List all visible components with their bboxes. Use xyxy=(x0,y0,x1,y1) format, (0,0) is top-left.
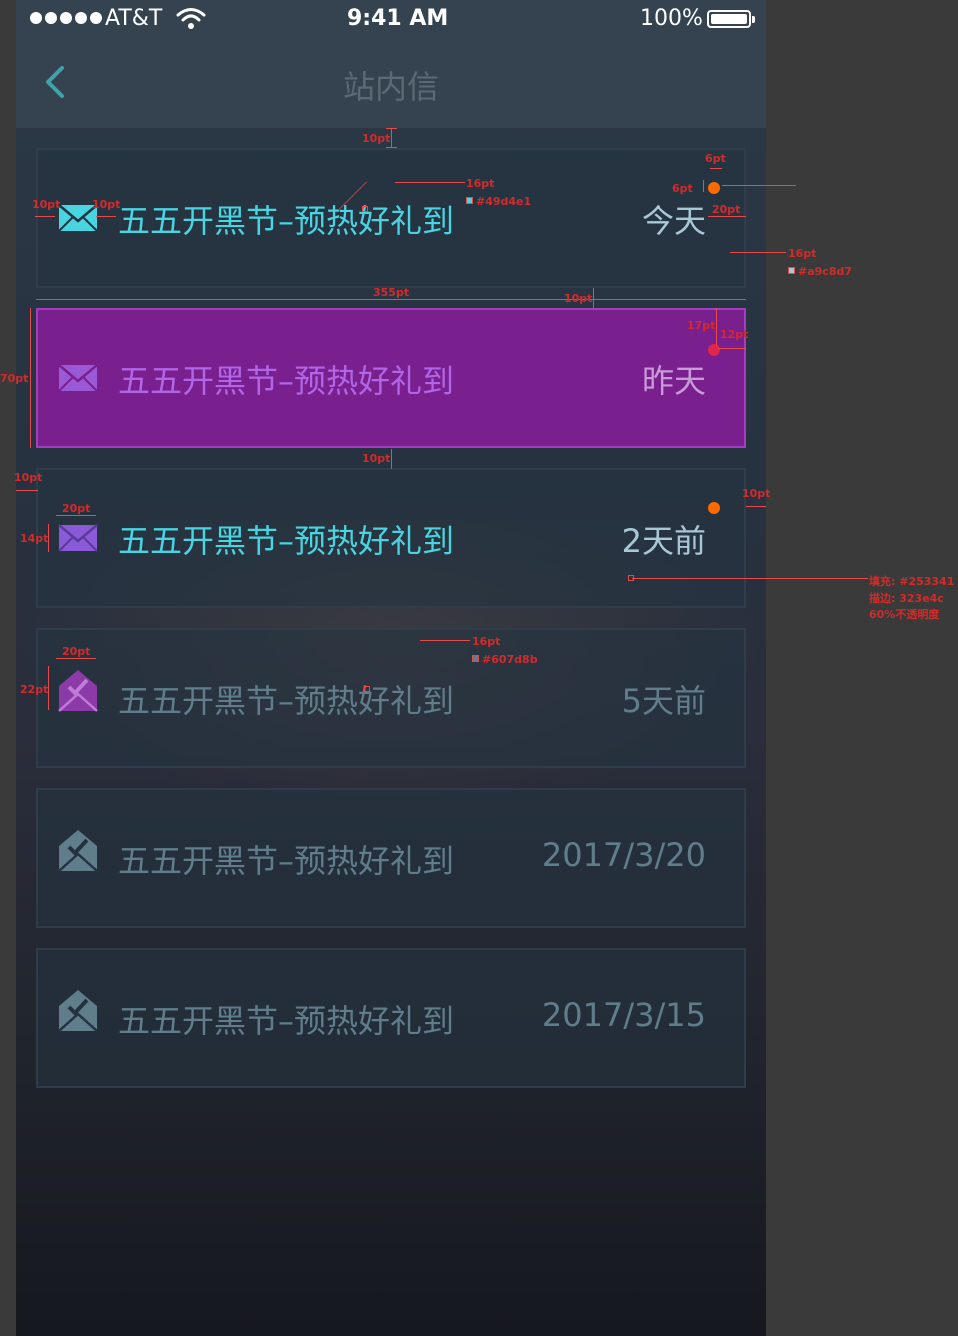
phone-screen: AT&T 9:41 AM 100% 站内信 五五开黑节–预热好礼到 今天 五五开黑节… xyxy=(16,0,766,1336)
annotation-icon-width: 20pt xyxy=(62,502,91,515)
annotation-date-color: #a9c8d7 xyxy=(798,265,852,278)
signal-strength-icon xyxy=(30,12,102,24)
annotation-gift-icon-width: 20pt xyxy=(62,645,91,658)
open-envelope-icon xyxy=(58,668,98,716)
message-date: 2017/3/15 xyxy=(541,996,706,1034)
annotation-stroke: 描边: 323e4c xyxy=(869,592,944,605)
message-title: 五五开黑节–预热好礼到 xyxy=(118,202,455,240)
annotation-fill: 填充: #253341 xyxy=(869,575,955,588)
annotation-right-margin: 10pt xyxy=(742,487,771,500)
envelope-icon xyxy=(58,364,98,396)
message-date: 5天前 xyxy=(621,682,706,720)
annotation-left-margin: 10pt xyxy=(14,471,43,484)
message-card[interactable]: 五五开黑节–预热好礼到 5天前 xyxy=(36,628,746,768)
annotation-icon-left: 10pt xyxy=(32,198,61,211)
message-title: 五五开黑节–预热好礼到 xyxy=(118,362,455,400)
unread-badge xyxy=(708,182,720,194)
message-card[interactable]: 五五开黑节–预热好礼到 2017/3/20 xyxy=(36,788,746,928)
annotation-date-right: 20pt xyxy=(712,203,741,216)
message-date: 昨天 xyxy=(641,362,706,400)
message-date: 2017/3/20 xyxy=(541,836,706,874)
annotation-opacity: 60%不透明度 xyxy=(869,608,940,621)
status-bar: AT&T 9:41 AM 100% xyxy=(16,0,766,40)
message-title: 五五开黑节–预热好礼到 xyxy=(118,522,455,560)
annotation-date-size: 16pt xyxy=(788,247,817,260)
annotation-badge-right: 12pt xyxy=(720,328,749,341)
carrier-label: AT&T xyxy=(105,6,163,31)
unread-badge xyxy=(708,502,720,514)
envelope-icon xyxy=(58,524,98,556)
annotation-badge-top: 17pt xyxy=(687,319,716,332)
wifi-icon xyxy=(176,8,206,29)
message-title: 五五开黑节–预热好礼到 xyxy=(118,842,455,880)
message-card[interactable]: 五五开黑节–预热好礼到 昨天 xyxy=(36,308,746,448)
unread-badge xyxy=(708,344,720,356)
annotation-read-size: 16pt xyxy=(472,635,501,648)
annotation-card-gap-2: 10pt xyxy=(362,452,391,465)
page-title: 站内信 xyxy=(342,68,439,106)
open-envelope-icon xyxy=(58,828,98,876)
annotation-read-color: #607d8b xyxy=(482,653,538,666)
message-title: 五五开黑节–预热好礼到 xyxy=(118,682,455,720)
annotation-badge-size: 6pt xyxy=(705,152,726,165)
annotation-badge-offset: 6pt xyxy=(672,182,693,195)
message-card[interactable]: 五五开黑节–预热好礼到 2017/3/15 xyxy=(36,948,746,1088)
annotation-card-height: 70pt xyxy=(0,372,29,385)
annotation-gift-icon-height: 22pt xyxy=(20,683,49,696)
message-title: 五五开黑节–预热好礼到 xyxy=(118,1002,455,1040)
message-date: 今天 xyxy=(641,202,706,240)
message-card[interactable]: 五五开黑节–预热好礼到 今天 xyxy=(36,148,746,288)
annotation-card-width: 355pt xyxy=(373,286,410,299)
clock: 9:41 AM xyxy=(347,6,449,31)
annotation-card-gap: 10pt xyxy=(564,292,593,305)
battery-percent: 100% xyxy=(640,6,703,31)
annotation-icon-height: 14pt xyxy=(20,532,49,545)
battery-icon xyxy=(707,10,755,28)
annotation-spacing-top: 10pt xyxy=(362,132,391,145)
message-card[interactable]: 五五开黑节–预热好礼到 2天前 xyxy=(36,468,746,608)
navigation-bar: 站内信 xyxy=(16,40,766,128)
annotation-icon-right: 10pt xyxy=(92,198,121,211)
open-envelope-icon xyxy=(58,988,98,1036)
annotation-title-size: 16pt xyxy=(466,177,495,190)
message-date: 2天前 xyxy=(621,522,706,560)
annotation-title-color: #49d4e1 xyxy=(476,195,532,208)
